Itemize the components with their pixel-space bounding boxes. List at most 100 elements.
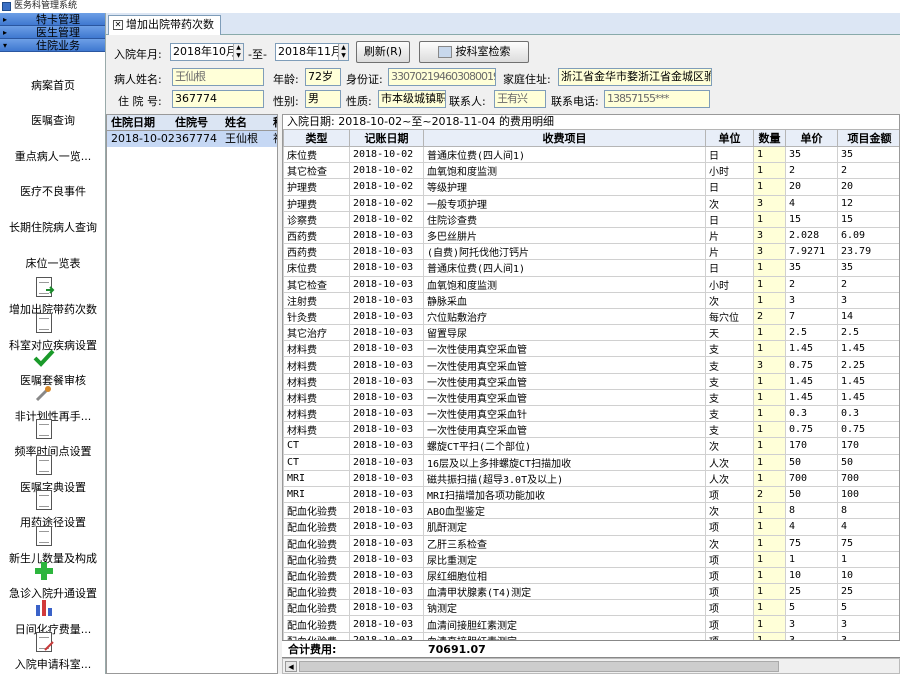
id-card-label: 身份证: bbox=[346, 73, 383, 86]
table-cell: 支 bbox=[705, 421, 754, 439]
table-cell: 留置导尿 bbox=[423, 324, 706, 342]
table-row[interactable]: MRI 2018-10-03 MRI扫描增加各项功能加收项 2 50 100 bbox=[283, 485, 899, 504]
table-row[interactable]: 配血化验费 2018-10-03 ABO血型鉴定次 1 8 8 bbox=[283, 502, 899, 520]
horizontal-scrollbar[interactable]: ◀ bbox=[282, 658, 900, 674]
sidebar-category-1[interactable]: ▸ 医生管理 bbox=[0, 26, 105, 39]
fee-table[interactable]: 类型 记账日期 收费项目 单位 数量 单价 项目金额 床位费 2018-10-02 普通床位费(… bbox=[283, 129, 899, 649]
table-row[interactable]: 其它治疗 2018-10-03 留置导尿天 1 2.5 2.5 bbox=[283, 324, 899, 342]
table-cell: 50 bbox=[785, 453, 838, 471]
table-cell: 25 bbox=[837, 583, 899, 601]
table-cell: 15 bbox=[837, 210, 899, 228]
dept-search-button[interactable]: 按科室检索 bbox=[419, 41, 529, 63]
sidebar-item-0[interactable]: 病案首页 bbox=[0, 77, 105, 93]
patient-list-column-header[interactable]: 住院号 bbox=[175, 115, 208, 131]
patient-list-column-header[interactable]: 姓名 bbox=[225, 115, 247, 131]
sidebar-category-0[interactable]: ▸ 特卡管理 bbox=[0, 13, 105, 26]
fee-column-header[interactable]: 记账日期 bbox=[349, 129, 424, 147]
sidebar-item-2[interactable]: 重点病人一览... bbox=[0, 148, 105, 164]
table-cell: 7 bbox=[785, 307, 838, 326]
table-row[interactable]: 配血化验费 2018-10-03 尿比重测定项 1 1 1 bbox=[283, 550, 899, 568]
address-field[interactable]: 浙江省金华市婺浙江省金城区驸 bbox=[558, 68, 712, 86]
table-row[interactable]: 其它检查 2018-10-02 血氧饱和度监测 小时 1 2 2 bbox=[283, 162, 899, 180]
date-from-picker[interactable]: 2018年10月 ▲ ▼ bbox=[170, 43, 244, 61]
table-cell: 1 bbox=[753, 502, 786, 520]
date-from-value: 2018年10月 bbox=[173, 45, 237, 58]
id-card-field[interactable]: 330702194603080019 bbox=[388, 68, 496, 86]
fee-column-header[interactable]: 数量 bbox=[753, 129, 786, 147]
fee-column-header[interactable]: 类型 bbox=[283, 129, 350, 147]
fee-column-header[interactable]: 收费项目 bbox=[423, 129, 706, 147]
table-row[interactable]: 材料费 2018-10-03 一次性使用真空采血管支 1 1.45 1.45 bbox=[283, 388, 899, 407]
contact-field[interactable]: 王有兴 bbox=[494, 90, 546, 108]
table-row[interactable]: 诊察费 2018-10-02 住院诊查费日 1 15 15 bbox=[283, 210, 899, 228]
contact-value: 王有兴 bbox=[497, 92, 528, 105]
phone-label: 联系电话: bbox=[551, 95, 599, 108]
category-label: 医生管理 bbox=[36, 26, 80, 39]
table-cell: 磁共振扫描(超导3.0T及以上) bbox=[423, 469, 706, 487]
table-row[interactable]: 配血化验费 2018-10-03 尿红细胞位相项 1 10 10 bbox=[283, 566, 899, 585]
table-row[interactable]: 材料费 2018-10-03 一次性使用真空采血管支 1 1.45 1.45 bbox=[283, 340, 899, 358]
sidebar-item-3[interactable]: 医疗不良事件 bbox=[0, 183, 105, 199]
table-row[interactable]: 配血化验费 2018-10-03 乙肝三系检查次 1 75 75 bbox=[283, 534, 899, 552]
table-row[interactable]: 材料费 2018-10-03 一次性使用真空采血管支 1 1.45 1.45 bbox=[283, 372, 899, 390]
table-row[interactable]: 西药费 2018-10-03 多巴丝肼片片 3 2.028 6.09 bbox=[283, 226, 899, 245]
spinner-icon[interactable]: ▲ ▼ bbox=[338, 44, 348, 60]
table-cell: 静脉采血 bbox=[423, 291, 706, 309]
table-row[interactable]: CT 2018-10-03 16层及以上多排螺旋CT扫描加收 人次 1 50 50 bbox=[283, 453, 899, 471]
spinner-icon[interactable]: ▲ ▼ bbox=[233, 44, 243, 60]
table-cell: 2018-10-03 bbox=[349, 340, 424, 358]
patient-name-field[interactable]: 王仙根 bbox=[172, 68, 264, 86]
sidebar-category-2[interactable]: ▾ 住院业务 bbox=[0, 39, 105, 52]
table-cell: 小时 bbox=[705, 275, 754, 293]
phone-field[interactable]: 13857155*** bbox=[604, 90, 710, 108]
refresh-button[interactable]: 刷新(R) bbox=[356, 41, 410, 63]
nature-field[interactable]: 市本级城镇职 bbox=[378, 90, 446, 108]
scrollbar-thumb[interactable] bbox=[299, 661, 779, 672]
table-row[interactable]: MRI 2018-10-03 磁共振扫描(超导3.0T及以上) 人次 1 700 700 bbox=[283, 469, 899, 487]
expand-arrow-icon: ▾ bbox=[3, 41, 8, 50]
table-row[interactable]: 2018-10-02367774 王仙根 神 bbox=[107, 131, 277, 147]
table-row[interactable]: 床位费 2018-10-02 普通床位费(四人间1) 日 1 35 35 bbox=[283, 145, 899, 164]
table-row[interactable]: 材料费 2018-10-03 一次性使用真空采血管支 1 0.75 0.75 bbox=[283, 421, 899, 439]
document-icon bbox=[33, 419, 55, 439]
fee-column-header[interactable]: 项目金额 bbox=[837, 129, 899, 147]
document-icon bbox=[33, 526, 55, 546]
scroll-left-icon[interactable]: ◀ bbox=[285, 661, 297, 672]
table-cell: 1 bbox=[753, 534, 786, 552]
table-row[interactable]: CT 2018-10-03 螺旋CT平扫(二个部位) 次 1 170 170 bbox=[283, 437, 899, 455]
table-row[interactable]: 配血化验费 2018-10-03 钠测定项 1 5 5 bbox=[283, 599, 899, 617]
age-field[interactable]: 72岁 bbox=[305, 68, 341, 86]
table-row[interactable]: 西药费 2018-10-03 (自费)阿托伐他汀钙片片 3 7.9271 23.79 bbox=[283, 243, 899, 261]
table-row[interactable]: 针灸费 2018-10-03 穴位贴敷治疗 每穴位 2 7 14 bbox=[283, 307, 899, 326]
document-arrow-icon bbox=[33, 277, 55, 297]
table-row[interactable]: 护理费 2018-10-02 等级护理日 1 20 20 bbox=[283, 178, 899, 196]
table-row[interactable]: 配血化验费 2018-10-03 血清甲状腺素(T4)测定项 1 25 25 bbox=[283, 583, 899, 601]
fee-column-header[interactable]: 单位 bbox=[705, 129, 754, 147]
table-row[interactable]: 材料费 2018-10-03 一次性使用真空采血针支 1 0.3 0.3 bbox=[283, 404, 899, 423]
table-row[interactable]: 其它检查 2018-10-03 血氧饱和度监测 小时 1 2 2 bbox=[283, 275, 899, 293]
table-row[interactable]: 配血化验费 2018-10-03 肌酐测定项 1 4 4 bbox=[283, 518, 899, 536]
table-row[interactable]: 护理费 2018-10-02 一般专项护理次 3 4 12 bbox=[283, 194, 899, 212]
table-row[interactable]: 注射费 2018-10-03 静脉采血次 1 3 3 bbox=[283, 291, 899, 309]
date-to-picker[interactable]: 2018年11月 ▲ ▼ bbox=[275, 43, 349, 61]
table-row[interactable]: 配血化验费 2018-10-03 血清间接胆红素测定项 1 3 3 bbox=[283, 615, 899, 633]
table-cell: 1 bbox=[753, 599, 786, 617]
table-row[interactable]: 床位费 2018-10-03 普通床位费(四人间1) 日 1 35 35 bbox=[283, 259, 899, 277]
table-row[interactable]: 材料费 2018-10-03 一次性使用真空采血管支 3 0.75 2.25 bbox=[283, 356, 899, 374]
sidebar-item-1[interactable]: 医嘱查询 bbox=[0, 112, 105, 128]
sidebar-item-4[interactable]: 长期住院病人查询 bbox=[0, 219, 105, 235]
fee-column-header[interactable]: 单价 bbox=[785, 129, 838, 147]
table-cell: 1 bbox=[753, 145, 786, 164]
tab-add-discharge-medication[interactable]: ✕ 增加出院带药次数 bbox=[108, 15, 221, 35]
sidebar-item-5[interactable]: 床位一览表 bbox=[0, 255, 105, 271]
close-icon[interactable]: ✕ bbox=[113, 20, 123, 30]
table-cell: 2.5 bbox=[785, 324, 838, 342]
patient-list[interactable]: 住院日期 住院号 姓名 科 2018-10-02367774 王仙根 神 bbox=[106, 114, 278, 674]
patient-list-column-header[interactable]: 科 bbox=[273, 115, 277, 131]
sidebar-item-16[interactable]: 入院申请科室... bbox=[0, 656, 105, 672]
sex-field[interactable]: 男 bbox=[305, 90, 341, 108]
bar-chart-icon bbox=[33, 597, 55, 617]
table-cell: 支 bbox=[705, 404, 754, 423]
patient-list-column-header[interactable]: 住院日期 bbox=[111, 115, 155, 131]
inpatient-no-field[interactable]: 367774 bbox=[172, 90, 264, 108]
